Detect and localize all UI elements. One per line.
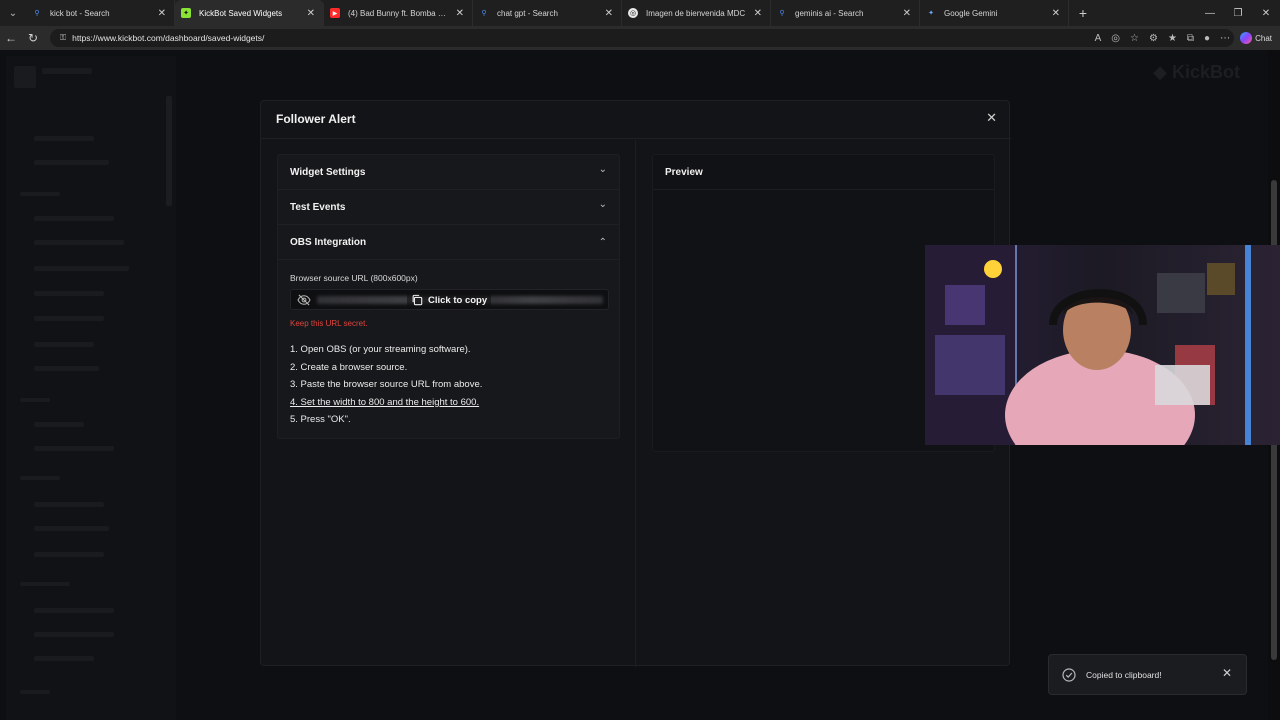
favorites-icon[interactable]: ★ [1168, 33, 1177, 44]
profile-avatar-icon[interactable]: ● [1204, 33, 1210, 44]
obs-integration-body: Browser source URL (800x600px) Click to … [290, 273, 610, 425]
list-item: 4. Set the width to 800 and the height t… [290, 396, 480, 408]
preview-title: Preview [665, 167, 703, 178]
widget-settings-accordion[interactable]: Widget Settings ⌄ [278, 155, 619, 190]
browser-tab[interactable]: ⚲ chat gpt - Search ✕ [473, 0, 622, 26]
accordion-label: Test Events [290, 202, 346, 213]
browser-source-url-field[interactable]: Click to copy [290, 289, 609, 310]
close-tab-icon[interactable]: ✕ [903, 8, 911, 19]
accordion-label: OBS Integration [290, 237, 367, 248]
kickbot-logo: ◆ KickBot [1153, 62, 1240, 82]
webcam-image [925, 245, 1280, 445]
chevron-up-icon: ⌃ [598, 237, 607, 248]
copilot-icon [1240, 32, 1253, 44]
restore-icon[interactable]: ❐ [1224, 0, 1252, 26]
minimize-icon[interactable]: — [1196, 0, 1224, 26]
copy-icon [412, 294, 423, 306]
test-events-accordion[interactable]: Test Events ⌄ [278, 190, 619, 225]
chevron-down-icon: ⌄ [598, 199, 607, 210]
close-icon[interactable]: ✕ [1222, 666, 1232, 680]
obs-integration-accordion[interactable]: OBS Integration ⌃ [278, 225, 619, 260]
settings-panel: Widget Settings ⌄ Test Events ⌄ OBS Inte… [277, 154, 620, 439]
new-tab-icon[interactable]: + [1069, 5, 1097, 21]
webcam-overlay [925, 245, 1280, 445]
site-info-icon[interactable]: ⚿ [60, 33, 66, 43]
preview-header: Preview [653, 155, 994, 190]
click-to-copy-button[interactable]: Click to copy [407, 292, 492, 308]
youtube-icon: ▶ [330, 8, 340, 18]
list-item: 2. Create a browser source. [290, 361, 408, 373]
search-icon: ⚲ [34, 10, 40, 17]
list-item: 5. Press "OK". [290, 414, 351, 425]
modal-title: Follower Alert [276, 112, 356, 126]
search-icon: ⚲ [779, 10, 785, 17]
browser-tab-active[interactable]: ✦ KickBot Saved Widgets ✕ [175, 0, 324, 26]
reload-icon[interactable]: ↻ [22, 26, 44, 50]
browser-tab[interactable]: ▶ (4) Bad Bunny ft. Bomba Estéreo - ✕ [324, 0, 473, 26]
dashboard-sidebar [6, 56, 176, 720]
favorite-star-icon[interactable]: ☆ [1130, 33, 1139, 44]
search-icon: ⚲ [481, 10, 487, 17]
tab-title: (4) Bad Bunny ft. Bomba Estéreo - [348, 8, 450, 18]
follower-alert-modal: Follower Alert ✕ Widget Settings ⌄ Test … [260, 100, 1011, 667]
browser-tab[interactable]: ✦ Google Gemini ✕ [920, 0, 1069, 26]
list-item: 1. Open OBS (or your streaming software)… [290, 344, 471, 355]
address-bar: ← ↻ ⚿ https://www.kickbot.com/dashboard/… [0, 26, 1280, 50]
copilot-chat-button[interactable]: Chat [1240, 32, 1272, 44]
chatgpt-icon: ◎ [628, 8, 638, 18]
close-tab-icon[interactable]: ✕ [158, 8, 166, 19]
chevron-down-icon: ⌄ [598, 164, 607, 175]
url-text: https://www.kickbot.com/dashboard/saved-… [72, 33, 265, 43]
close-tab-icon[interactable]: ✕ [1052, 8, 1060, 19]
browser-tab-bar: ⌄ ⚲ kick bot - Search ✕ ✦ KickBot Saved … [0, 0, 1280, 26]
close-window-icon[interactable]: ✕ [1252, 0, 1280, 26]
more-menu-icon[interactable]: ⋯ [1220, 33, 1230, 44]
modal-header: Follower Alert ✕ [261, 101, 1011, 139]
copied-toast: Copied to clipboard! ✕ [1048, 654, 1247, 695]
close-tab-icon[interactable]: ✕ [754, 8, 762, 19]
tab-title: geminis ai - Search [795, 8, 864, 18]
toast-message: Copied to clipboard! [1086, 670, 1162, 680]
back-icon[interactable]: ← [0, 26, 22, 50]
chat-label: Chat [1255, 33, 1272, 43]
tab-title: kick bot - Search [50, 8, 110, 18]
gemini-icon: ✦ [928, 10, 934, 17]
address-bar-actions: A ◎ ☆ ⚙ ★ ⧉ ● ⋯ Chat [1095, 26, 1272, 50]
tab-list-menu-icon[interactable]: ⌄ [0, 0, 26, 26]
browser-tab[interactable]: ◎ Imagen de bienvenida MDC ✕ [622, 0, 771, 26]
close-tab-icon[interactable]: ✕ [307, 8, 315, 19]
browser-source-label: Browser source URL (800x600px) [290, 273, 418, 283]
tab-title: Google Gemini [944, 8, 998, 18]
reader-icon[interactable]: ◎ [1111, 33, 1120, 44]
translate-icon[interactable]: A [1095, 33, 1102, 44]
obs-steps-list: 1. Open OBS (or your streaming software)… [290, 341, 482, 429]
list-item: 3. Paste the browser source URL from abo… [290, 379, 483, 390]
collections-icon[interactable]: ⧉ [1187, 33, 1194, 44]
tab-title: chat gpt - Search [497, 8, 558, 18]
extensions-icon[interactable]: ⚙ [1149, 33, 1158, 44]
close-icon[interactable]: ✕ [986, 110, 997, 126]
copy-label: Click to copy [428, 294, 488, 306]
tab-title: Imagen de bienvenida MDC [646, 8, 746, 18]
url-field[interactable]: ⚿ https://www.kickbot.com/dashboard/save… [50, 29, 1234, 47]
secret-warning: Keep this URL secret. [290, 319, 368, 328]
kickbot-icon: ✦ [181, 8, 191, 18]
eye-off-icon[interactable] [297, 294, 311, 306]
close-tab-icon[interactable]: ✕ [605, 8, 613, 19]
browser-tab[interactable]: ⚲ geminis ai - Search ✕ [771, 0, 920, 26]
close-tab-icon[interactable]: ✕ [456, 8, 464, 19]
window-controls: — ❐ ✕ [1196, 0, 1280, 26]
accordion-label: Widget Settings [290, 167, 366, 178]
check-circle-icon [1062, 668, 1076, 682]
modal-divider [635, 140, 636, 667]
tab-title: KickBot Saved Widgets [199, 8, 283, 18]
browser-tab[interactable]: ⚲ kick bot - Search ✕ [26, 0, 175, 26]
